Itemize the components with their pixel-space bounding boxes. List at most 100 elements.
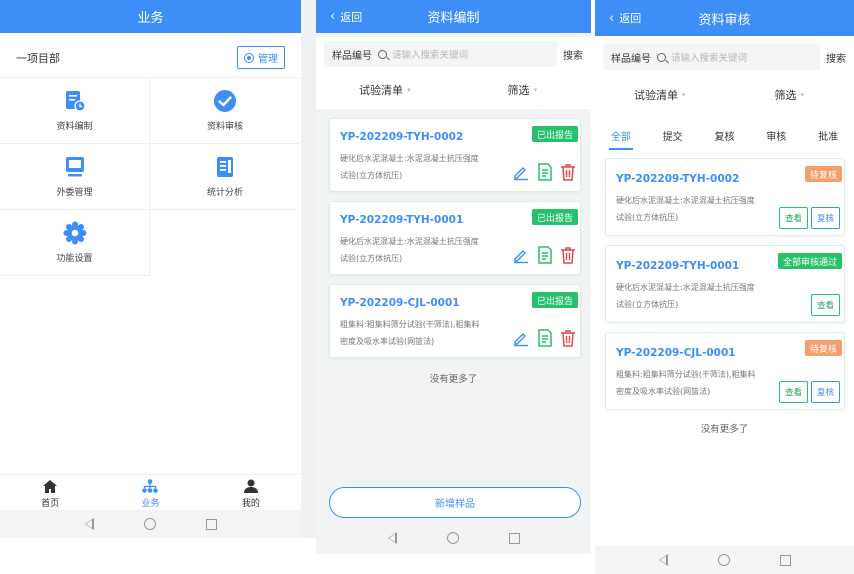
- review-card[interactable]: YP-202209-TYH-0001 全部审核通过 硬化后水泥混凝土:水泥混凝土…: [605, 245, 845, 323]
- nav-recent-icon[interactable]: [779, 554, 791, 566]
- nav-back-icon[interactable]: [84, 518, 94, 530]
- sample-description: 硬化后水泥混凝土:水泥混凝土抗压强度 试验(立方体抗压): [340, 150, 479, 184]
- edit-icon[interactable]: [512, 246, 530, 268]
- status-tabs: 全部 提交 复核 审核 批准: [595, 118, 854, 152]
- no-more-text: 没有更多了: [429, 374, 478, 385]
- header: ‹ 返回 资料审核: [595, 0, 854, 36]
- filter-right-label: 筛选: [507, 84, 530, 97]
- desc-line: 硬化后水泥混凝土:水泥混凝土抗压强度: [616, 283, 755, 292]
- page-title: 业务: [137, 11, 164, 26]
- document-icon[interactable]: [537, 329, 553, 351]
- nav-recent-icon[interactable]: [508, 532, 520, 544]
- page-title: 资料编制: [427, 11, 480, 26]
- chevron-left-icon: ‹: [609, 10, 615, 26]
- status-badge: 待复核: [804, 340, 842, 356]
- tab-approve[interactable]: 批准: [802, 118, 854, 152]
- status-badge: 全部审核通过: [777, 253, 842, 269]
- nav-recent-icon[interactable]: [205, 518, 217, 530]
- search-icon: [378, 49, 387, 59]
- sample-card[interactable]: YP-202209-TYH-0002 已出报告 硬化后水泥混凝土:水泥混凝土抗压…: [329, 118, 581, 192]
- sample-card[interactable]: YP-202209-CJL-0001 已出报告 粗集料:粗集料筛分试验(干筛法)…: [329, 284, 581, 358]
- desc-line: 密度及吸水率试验(网篮法): [340, 337, 435, 346]
- delete-icon[interactable]: [560, 329, 576, 351]
- filter-dropdown[interactable]: 筛选 ▾: [454, 82, 592, 98]
- tab-audit[interactable]: 审核: [750, 118, 802, 152]
- gear-icon: [63, 221, 87, 245]
- sample-description: 硬化后水泥混凝土:水泥混凝土抗压强度 试验(立方体抗压): [340, 233, 479, 267]
- document-edit-icon: [64, 89, 86, 113]
- delete-icon[interactable]: [560, 163, 576, 185]
- desc-line: 试验(立方体抗压): [340, 171, 403, 180]
- grid-label: 资料编制: [56, 122, 93, 132]
- edit-icon[interactable]: [512, 163, 530, 185]
- desc-line: 试验(立方体抗压): [616, 213, 679, 222]
- sample-code: YP-202209-TYH-0001: [616, 260, 740, 272]
- filter-dropdown[interactable]: 筛选 ▾: [725, 87, 854, 103]
- recheck-button[interactable]: 复核: [810, 207, 840, 229]
- grid-item-outsource[interactable]: 外委管理: [0, 144, 150, 210]
- view-button[interactable]: 查看: [778, 207, 808, 229]
- desc-line: 硬化后水泥混凝土:水泥混凝土抗压强度: [340, 237, 479, 246]
- status-badge: 已出报告: [531, 126, 578, 142]
- header: 业务: [0, 0, 301, 33]
- edit-icon[interactable]: [512, 329, 530, 351]
- grid-item-settings[interactable]: 功能设置: [0, 210, 150, 276]
- tab-home[interactable]: 首页: [0, 475, 100, 512]
- tab-submit[interactable]: 提交: [647, 118, 699, 152]
- page-title: 资料审核: [698, 12, 751, 28]
- chevron-down-icon: ▾: [533, 86, 537, 94]
- add-sample-button[interactable]: 新增样品: [329, 487, 581, 518]
- document-edit-screen: ‹ 返回 资料编制 样品编号 请输入搜索关键词 搜索 试验清单 ▾ 筛选 ▾ YP-2…: [316, 0, 591, 554]
- tab-mine[interactable]: 我的: [201, 475, 301, 512]
- search-label: 样品编号: [332, 50, 372, 62]
- review-card[interactable]: YP-202209-TYH-0002 待复核 硬化后水泥混凝土:水泥混凝土抗压强…: [605, 158, 845, 236]
- tab-all[interactable]: 全部: [595, 118, 647, 152]
- desc-line: 试验(立方体抗压): [340, 254, 403, 263]
- desc-line: 硬化后水泥混凝土:水泥混凝土抗压强度: [340, 154, 479, 163]
- grid-item-document-edit[interactable]: 资料编制: [0, 78, 150, 144]
- monitor-icon: [64, 155, 86, 179]
- nav-home-icon[interactable]: [446, 532, 459, 544]
- card-actions: 查看: [810, 294, 840, 316]
- nav-home-icon[interactable]: [717, 554, 730, 566]
- search-input[interactable]: 样品编号 请输入搜索关键词: [324, 41, 557, 67]
- test-list-dropdown[interactable]: 试验清单 ▾: [595, 87, 725, 103]
- filter-right-label: 筛选: [774, 89, 797, 102]
- search-button[interactable]: 搜索: [826, 50, 846, 65]
- recheck-button[interactable]: 复核: [810, 381, 840, 403]
- sample-code: YP-202209-TYH-0002: [340, 131, 464, 143]
- department-row: 一项目部 管理: [0, 38, 301, 78]
- nav-back-icon[interactable]: [658, 554, 668, 566]
- bottom-tab-bar: 首页 业务 我的: [0, 474, 301, 512]
- manage-button[interactable]: 管理: [237, 46, 285, 69]
- grid-item-statistics[interactable]: 统计分析: [150, 144, 300, 210]
- tab-recheck[interactable]: 复核: [699, 118, 751, 152]
- document-icon[interactable]: [537, 163, 553, 185]
- nav-home-icon[interactable]: [143, 518, 156, 530]
- view-button[interactable]: 查看: [778, 381, 808, 403]
- search-bar: 样品编号 请输入搜索关键词 搜索: [316, 37, 591, 71]
- review-card[interactable]: YP-202209-CJL-0001 待复核 粗集料:粗集料筛分试验(干筛法),…: [605, 332, 845, 410]
- view-button[interactable]: 查看: [810, 294, 840, 316]
- grid-item-review[interactable]: 资料审核: [150, 78, 300, 144]
- delete-icon[interactable]: [560, 246, 576, 268]
- desc-line: 密度及吸水率试验(网篮法): [616, 387, 711, 396]
- report-icon: [214, 155, 236, 179]
- sample-code: YP-202209-CJL-0001: [340, 297, 460, 309]
- search-icon: [657, 52, 666, 62]
- document-icon[interactable]: [537, 246, 553, 268]
- test-list-dropdown[interactable]: 试验清单 ▾: [316, 82, 454, 98]
- search-input[interactable]: 样品编号 请输入搜索关键词: [603, 44, 820, 70]
- nav-back-icon[interactable]: [387, 532, 397, 544]
- sample-card[interactable]: YP-202209-TYH-0001 已出报告 硬化后水泥混凝土:水泥混凝土抗压…: [329, 201, 581, 275]
- chevron-down-icon: ▾: [681, 91, 686, 99]
- search-button[interactable]: 搜索: [563, 47, 583, 62]
- system-nav-bar: [316, 524, 591, 552]
- back-button[interactable]: ‹ 返回: [609, 0, 641, 36]
- grid-label: 功能设置: [56, 254, 93, 264]
- no-more-text: 没有更多了: [700, 424, 749, 435]
- back-button[interactable]: ‹ 返回: [330, 0, 362, 33]
- sample-code: YP-202209-TYH-0002: [616, 173, 740, 185]
- sample-description: 硬化后水泥混凝土:水泥混凝土抗压强度 试验(立方体抗压): [616, 279, 755, 313]
- tab-business[interactable]: 业务: [100, 475, 200, 512]
